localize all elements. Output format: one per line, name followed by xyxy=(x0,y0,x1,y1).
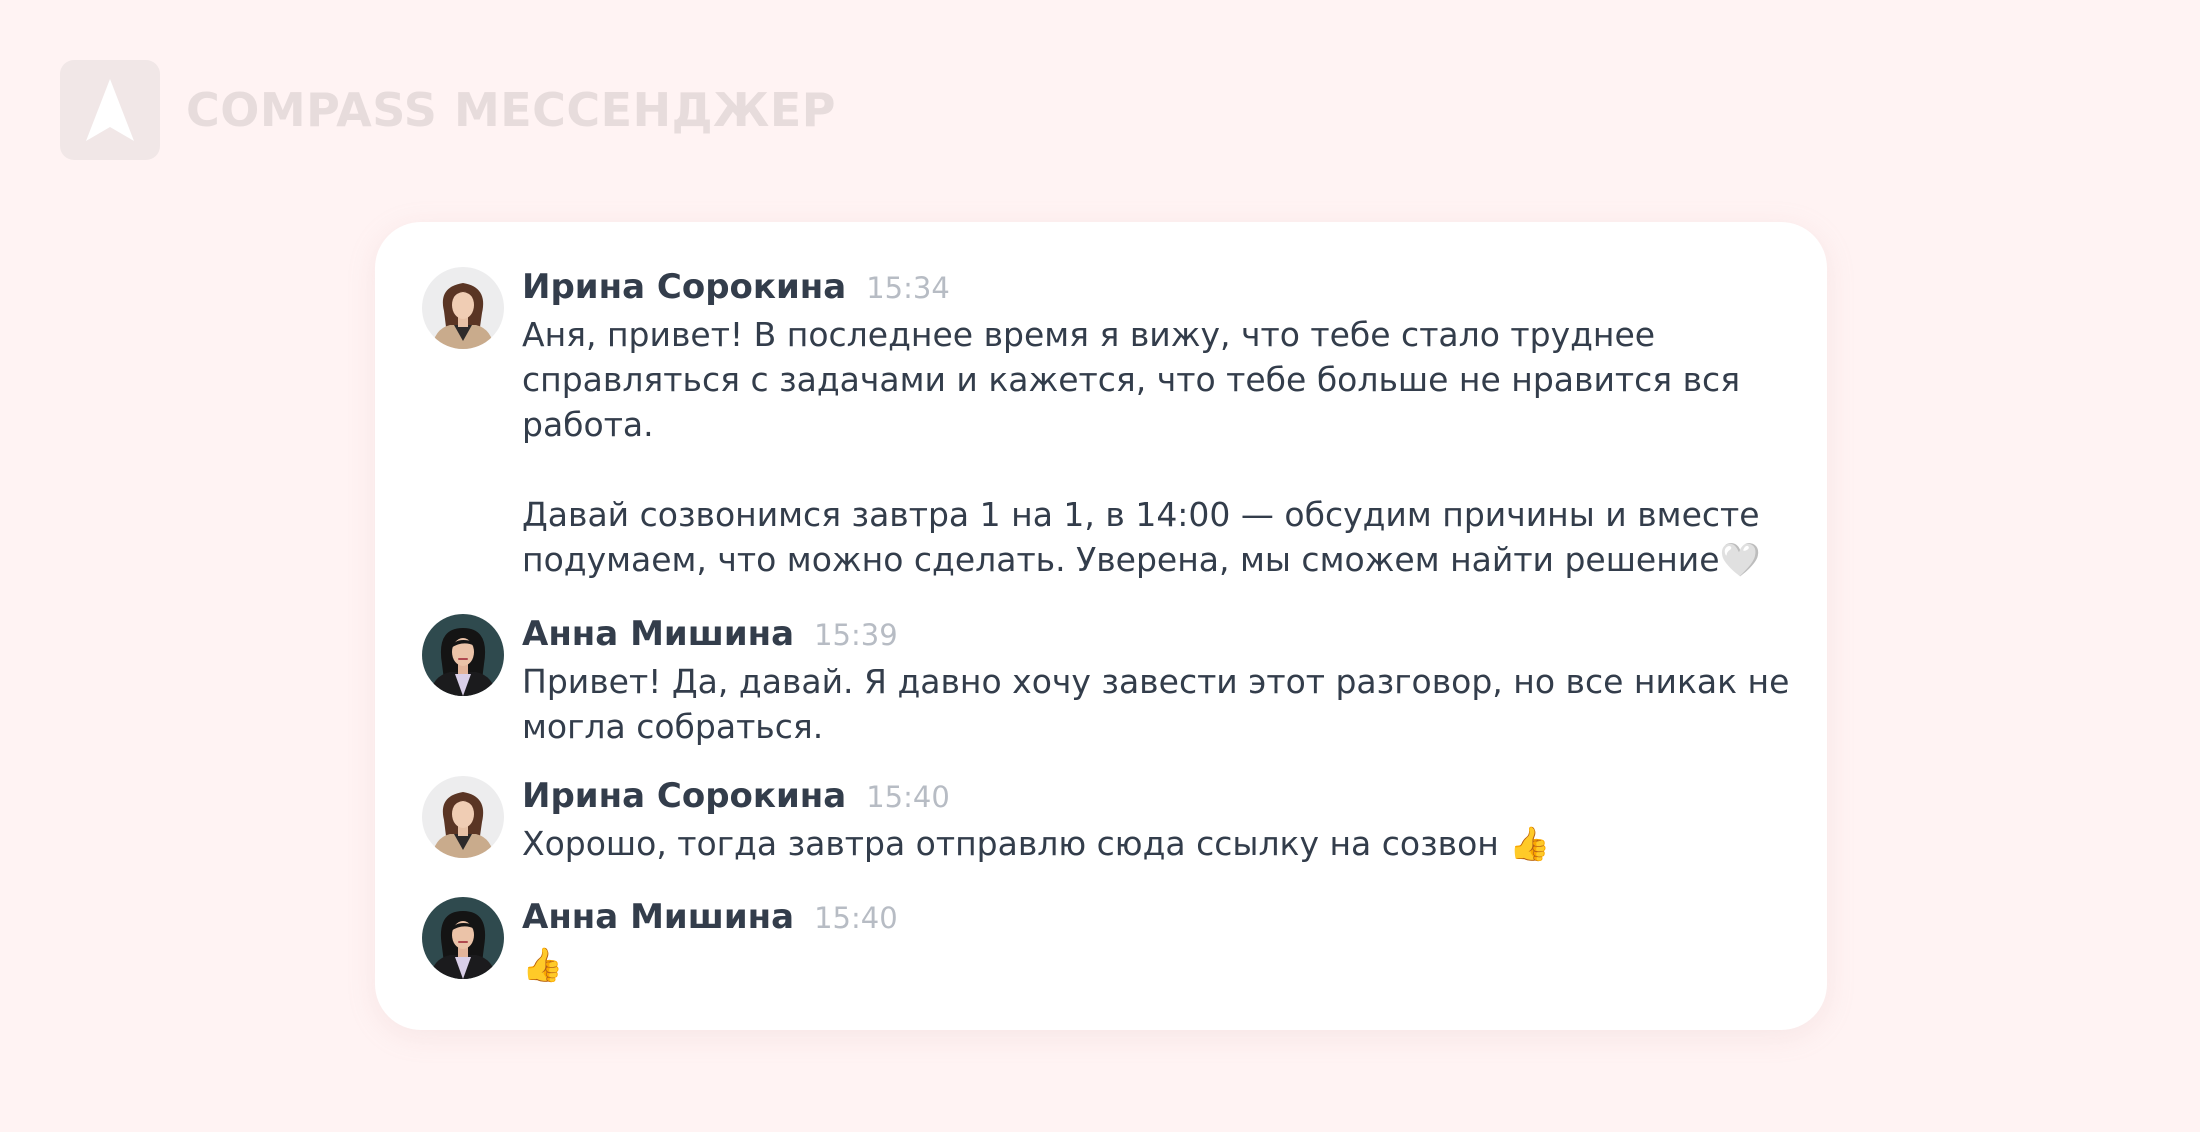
message-time: 15:39 xyxy=(814,618,898,652)
message-body: Анна Мишина 15:39 Привет! Да, давай. Я д… xyxy=(522,614,1802,749)
message-time: 15:34 xyxy=(866,271,950,305)
message-header: Анна Мишина 15:39 xyxy=(522,614,1802,658)
message-header: Анна Мишина 15:40 xyxy=(522,897,1802,941)
message-body: Ирина Сорокина 15:34 Аня, привет! В посл… xyxy=(522,267,1802,582)
irina-avatar[interactable] xyxy=(422,267,504,349)
message-text: Аня, привет! В последнее время я вижу, ч… xyxy=(522,315,1761,579)
message-text: Привет! Да, давай. Я давно хочу завести … xyxy=(522,662,1790,746)
anna-avatar[interactable] xyxy=(422,897,504,979)
message-text: Хорошо, тогда завтра отправлю сюда ссылк… xyxy=(522,824,1551,863)
author-name[interactable]: Анна Мишина xyxy=(522,614,794,654)
brand-name: COMPASS МЕССЕНДЖЕР xyxy=(186,83,836,137)
message-text: 👍 xyxy=(522,945,564,984)
brand-header: COMPASS МЕССЕНДЖЕР xyxy=(60,60,836,160)
author-name[interactable]: Ирина Сорокина xyxy=(522,267,846,307)
message-body: Анна Мишина 15:40 👍 xyxy=(522,897,1802,987)
message-time: 15:40 xyxy=(866,780,950,814)
chat-card: Ирина Сорокина 15:34 Аня, привет! В посл… xyxy=(375,222,1827,1030)
anna-avatar[interactable] xyxy=(422,614,504,696)
message-body: Ирина Сорокина 15:40 Хорошо, тогда завтр… xyxy=(522,776,1802,866)
message-header: Ирина Сорокина 15:34 xyxy=(522,267,1802,311)
irina-avatar[interactable] xyxy=(422,776,504,858)
author-name[interactable]: Анна Мишина xyxy=(522,897,794,937)
message-time: 15:40 xyxy=(814,901,898,935)
author-name[interactable]: Ирина Сорокина xyxy=(522,776,846,816)
compass-arrow-icon xyxy=(60,60,160,160)
message-header: Ирина Сорокина 15:40 xyxy=(522,776,1802,820)
